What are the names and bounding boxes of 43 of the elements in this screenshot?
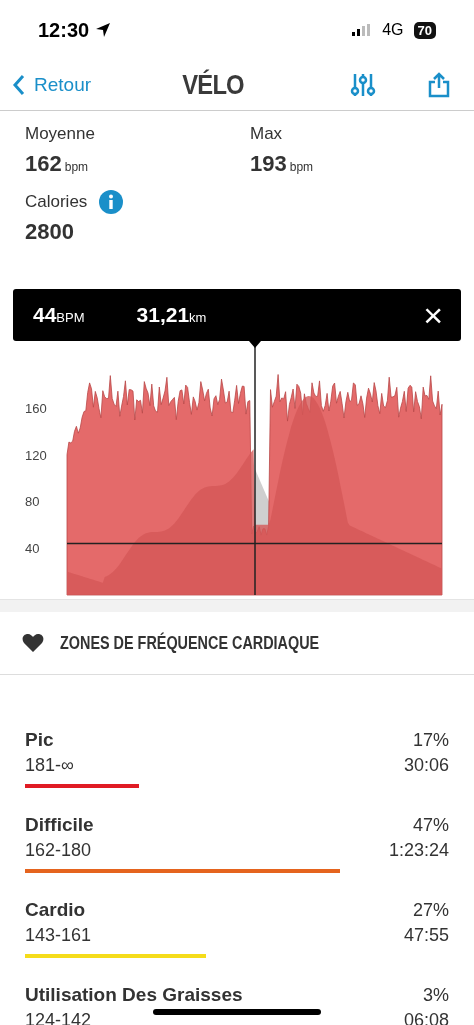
location-arrow-icon bbox=[95, 22, 112, 38]
chevron-left-icon bbox=[12, 74, 26, 96]
stat-unit: bpm bbox=[64, 160, 89, 174]
zone-percent: 27% bbox=[412, 900, 449, 921]
status-time: 12:30 bbox=[38, 18, 90, 42]
y-tick-label: 120 bbox=[25, 447, 47, 463]
zone-name: Utilisation Des Graisses bbox=[25, 984, 243, 1006]
tooltip-heart-rate: 44BPM bbox=[33, 303, 85, 327]
page-title: VÉLO bbox=[182, 69, 245, 101]
battery-indicator: 70 bbox=[413, 21, 436, 39]
zone-range: 162-180 bbox=[25, 840, 92, 861]
stat-label: Moyenne bbox=[25, 124, 95, 144]
heart-icon bbox=[22, 633, 44, 653]
zone-name: Cardio bbox=[25, 899, 86, 921]
zone-name: Pic bbox=[25, 729, 54, 751]
sliders-icon[interactable] bbox=[350, 72, 376, 98]
y-tick-label: 80 bbox=[25, 494, 40, 510]
zone-percent: 3% bbox=[423, 985, 449, 1006]
cursor-line[interactable] bbox=[249, 341, 261, 596]
share-icon[interactable] bbox=[428, 72, 450, 98]
zone-time: 1:23:24 bbox=[388, 840, 449, 861]
zone-range: 181-∞ bbox=[25, 755, 74, 776]
close-button[interactable]: × bbox=[417, 298, 449, 332]
zone-percent: 17% bbox=[412, 730, 449, 751]
zone-time: 30:06 bbox=[403, 755, 449, 776]
network-label: 4G bbox=[382, 21, 404, 39]
section-title: ZONES DE FRÉQUENCE CARDIAQUE bbox=[60, 632, 320, 654]
signal-icon bbox=[352, 24, 373, 36]
back-button[interactable]: Retour bbox=[12, 74, 162, 96]
zone-time: 47:55 bbox=[403, 925, 449, 946]
zone-percent: 47% bbox=[412, 815, 449, 836]
stat-value: 193 bbox=[250, 151, 287, 177]
stat-label: Max bbox=[250, 124, 283, 144]
stat-value: 162 bbox=[25, 151, 62, 177]
zone-name: Difficile bbox=[25, 814, 94, 836]
stat-unit: bpm bbox=[289, 160, 314, 174]
info-icon[interactable] bbox=[99, 190, 124, 214]
zone-range: 143-161 bbox=[25, 925, 92, 946]
tooltip-distance: 31,21km bbox=[136, 303, 207, 327]
y-tick-label: 40 bbox=[25, 541, 40, 557]
y-tick-label: 160 bbox=[25, 400, 47, 416]
stat-label: Calories bbox=[25, 192, 88, 212]
stat-value: 2800 bbox=[25, 219, 74, 245]
